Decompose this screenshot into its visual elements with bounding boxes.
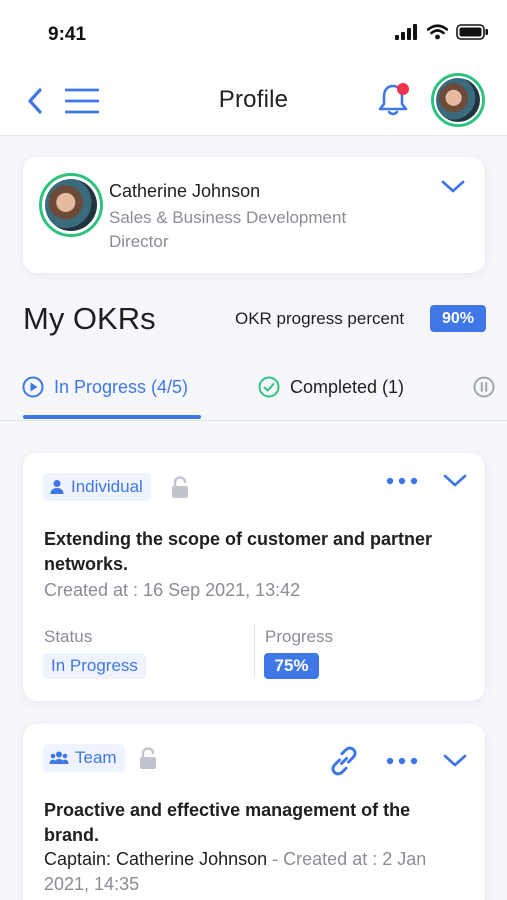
okr-type-chip: Individual xyxy=(43,473,151,501)
okr-tabs: In Progress (4/5) Completed (1) xyxy=(0,363,507,421)
lock-icon xyxy=(138,747,158,771)
profile-avatar xyxy=(39,173,103,237)
tab-completed[interactable]: Completed (1) xyxy=(258,371,404,403)
active-tab-indicator xyxy=(23,415,201,419)
profile-role: Sales & Business Development Director xyxy=(109,208,347,251)
avatar xyxy=(436,78,480,122)
signal-icon xyxy=(395,24,417,40)
okr-progress-label: OKR progress percent xyxy=(235,309,405,328)
chevron-down-icon xyxy=(441,180,465,193)
link-button[interactable] xyxy=(327,744,361,778)
battery-icon xyxy=(456,24,488,40)
wifi-icon xyxy=(427,24,448,40)
tab-in-progress[interactable]: In Progress (4/5) xyxy=(22,371,188,403)
status-bar: 9:41 xyxy=(0,0,507,66)
chevron-down-icon xyxy=(443,474,467,487)
team-icon xyxy=(49,751,69,764)
okr-title: Extending the scope of customer and part… xyxy=(44,529,433,574)
avatar xyxy=(45,179,97,231)
status-label: Status xyxy=(44,627,93,646)
notification-dot xyxy=(397,83,409,95)
tab-paused[interactable] xyxy=(473,371,495,403)
profile-card: Catherine Johnson Sales & Business Devel… xyxy=(23,157,485,273)
notifications-button[interactable] xyxy=(376,81,412,119)
profile-expand-button[interactable] xyxy=(441,179,467,201)
progress-label: Progress xyxy=(265,627,334,646)
link-icon xyxy=(331,746,357,776)
expand-card-button[interactable] xyxy=(443,753,467,769)
status-icons xyxy=(395,24,489,40)
okr-card[interactable]: Team Proactive and effective management … xyxy=(23,724,485,900)
status-time: 9:41 xyxy=(48,24,87,45)
chevron-down-icon xyxy=(443,754,467,767)
tab-label: Completed (1) xyxy=(290,376,405,397)
more-options-button[interactable] xyxy=(385,756,419,766)
more-horizontal-icon xyxy=(386,477,418,485)
main-content: Catherine Johnson Sales & Business Devel… xyxy=(0,137,507,900)
profile-name: Catherine Johnson xyxy=(109,181,261,201)
okr-card-actions xyxy=(385,473,467,489)
okr-heading: My OKRs xyxy=(23,301,156,336)
more-options-button[interactable] xyxy=(385,476,419,486)
user-avatar-button[interactable] xyxy=(431,73,485,127)
check-circle-icon xyxy=(258,376,280,398)
okr-created-at: Created at : 16 Sep 2021, 13:42 xyxy=(44,580,301,600)
lock-icon xyxy=(170,476,190,500)
pause-circle-icon xyxy=(473,376,495,398)
okr-title: Proactive and effective management of th… xyxy=(44,800,411,845)
okr-meta: Captain: Catherine Johnson - Created at … xyxy=(44,847,469,897)
play-circle-icon xyxy=(22,376,44,398)
divider xyxy=(254,625,255,677)
progress-badge: 75% xyxy=(264,653,319,679)
okr-card-actions xyxy=(327,744,467,778)
tab-label: In Progress (4/5) xyxy=(54,376,189,397)
okr-captain: Captain: Catherine Johnson xyxy=(44,849,268,869)
okr-progress-badge: 90% xyxy=(430,305,486,332)
more-horizontal-icon xyxy=(386,757,418,765)
okr-card[interactable]: Individual Extending the scope of custom… xyxy=(23,453,485,701)
top-navigation-bar: Profile xyxy=(0,66,507,136)
person-icon xyxy=(50,480,64,494)
okr-type-label: Individual xyxy=(71,477,143,496)
expand-card-button[interactable] xyxy=(443,473,467,489)
okr-type-chip: Team xyxy=(43,744,125,772)
okr-type-label: Team xyxy=(75,748,117,767)
status-badge: In Progress xyxy=(43,653,146,679)
